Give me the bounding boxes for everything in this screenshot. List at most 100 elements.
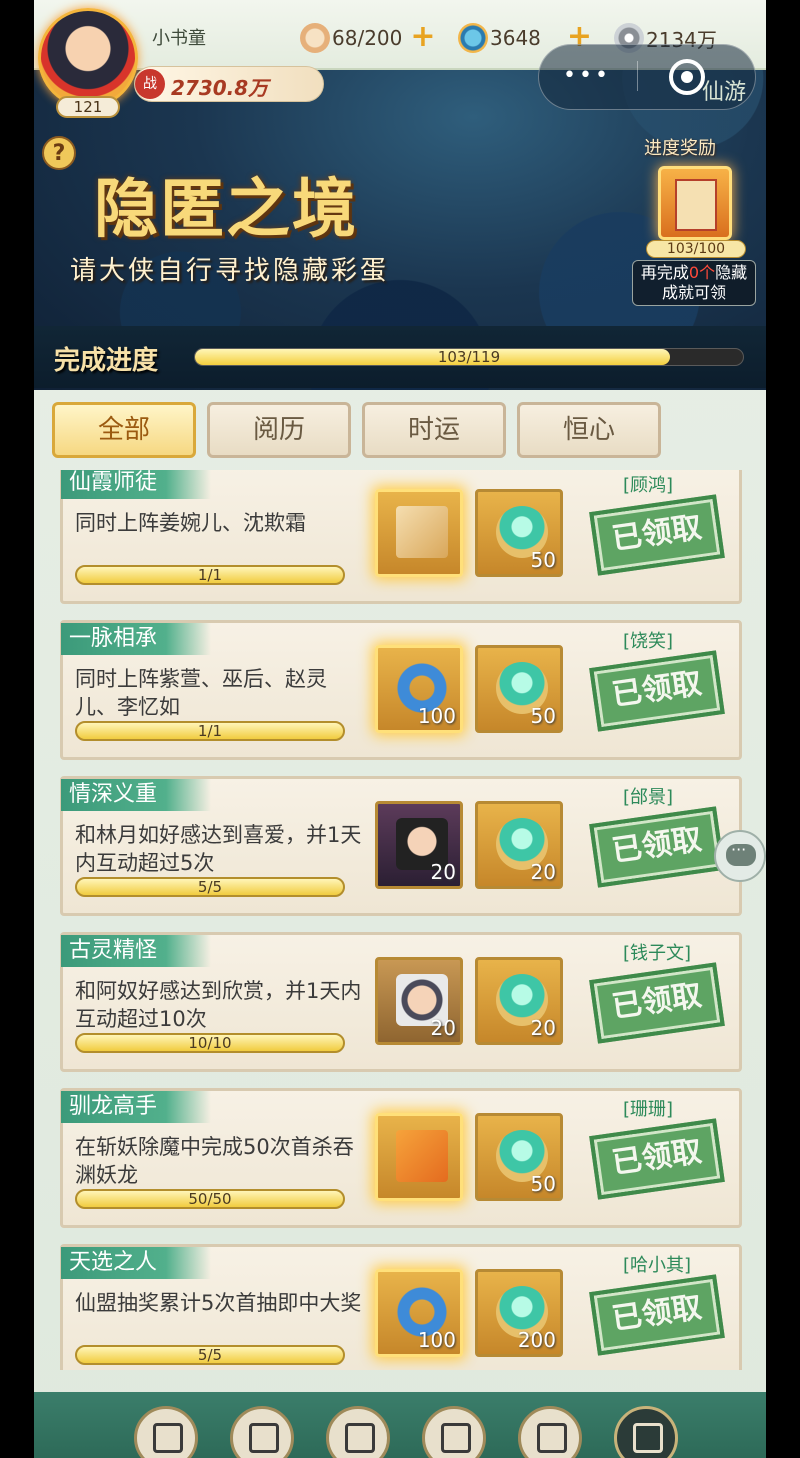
progress-reward-label: 进度奖励	[644, 138, 716, 159]
resource-bun: 68/200 +	[300, 22, 436, 54]
reward-count: 20	[530, 1016, 556, 1040]
help-icon[interactable]: ?	[42, 136, 76, 170]
power-value: 2730.8万	[171, 76, 269, 100]
claimed-stamp[interactable]: 已领取	[589, 1118, 725, 1200]
achievement-description: 和阿奴好感达到欣赏，并1天内互动超过10次	[75, 979, 362, 1031]
achievement-card: 一脉相承 同时上阵紫萱、巫后、赵灵儿、李忆如 1/1 100 50 [饶笑] 已领取	[60, 620, 742, 760]
achievement-card: 仙霞师徒同时上阵姜婉儿、沈欺霜 1/1 50 [顾鸿] 已领取	[60, 470, 742, 604]
reward-count: 200	[517, 1328, 556, 1352]
achievement-book-nav-button[interactable]	[614, 1406, 678, 1458]
reward-item-2[interactable]: 50	[475, 1113, 563, 1201]
achievement-progress: 1/1	[75, 565, 345, 585]
achievement-title: 一脉相承	[61, 623, 211, 655]
reward-item-1[interactable]	[375, 489, 463, 577]
bottom-nav	[34, 1392, 766, 1458]
achievement-progress: 5/5	[75, 877, 345, 897]
chat-bubble-icon	[726, 840, 756, 866]
npc-name: [珊珊]	[623, 1099, 674, 1120]
claimed-stamp[interactable]: 已领取	[589, 494, 725, 576]
achievement-card: 驯龙高手在斩妖除魔中完成50次首杀吞渊妖龙 50/50 50 [珊珊] 已领取	[60, 1088, 742, 1228]
reward-note: 再完成0个隐藏成就可领	[632, 260, 756, 306]
achievement-description: 同时上阵姜婉儿、沈欺霜	[75, 511, 306, 535]
npc-name: [哈小其]	[623, 1255, 692, 1276]
achievement-progress: 5/5	[75, 1345, 345, 1365]
more-options-icon[interactable]: •••	[563, 63, 611, 88]
tab-1[interactable]: 阅历	[207, 402, 351, 458]
achievement-title: 驯龙高手	[61, 1091, 211, 1123]
claimed-stamp[interactable]: 已领取	[589, 1274, 725, 1356]
reward-item-2[interactable]: 50	[475, 489, 563, 577]
player-level: 121	[56, 96, 120, 118]
tab-0[interactable]: 全部	[52, 402, 196, 458]
bun-count: 68/200	[332, 26, 403, 50]
achievement-description: 仙盟抽奖累计5次首抽即中大奖	[75, 1291, 362, 1315]
completion-progress: 完成进度 103/119	[34, 326, 766, 388]
player-avatar[interactable]	[38, 8, 138, 108]
ticket-icon	[396, 1130, 448, 1182]
scroll-icon	[396, 506, 448, 558]
claimed-stamp[interactable]: 已领取	[589, 650, 725, 732]
reward-item-1[interactable]	[375, 1113, 463, 1201]
achievement-card: 情深义重和林月如好感达到喜爱，并1天内互动超过5次 5/5 20 20 [邰景] 已领取	[60, 776, 742, 916]
tab-3[interactable]: 恒心	[517, 402, 661, 458]
bun-icon	[300, 23, 330, 53]
reward-item-2[interactable]: 200	[475, 1269, 563, 1357]
companions-nav-button[interactable]	[422, 1406, 486, 1458]
achievement-list[interactable]: 仙霞师徒 同时上阵姜婉儿、沈欺霜 1/1 50 [顾鸿] 已领取 一脉相承 同时上阵紫萱、巫后…	[60, 470, 744, 1370]
reward-count: 50	[530, 704, 556, 728]
achievement-title: 天选之人	[61, 1247, 211, 1279]
reward-item-2[interactable]: 50	[475, 645, 563, 733]
close-target-icon[interactable]	[669, 59, 705, 95]
npc-name: [顾鸿]	[623, 475, 674, 496]
reward-item-1[interactable]: 100	[375, 1269, 463, 1357]
achievement-progress: 1/1	[75, 721, 345, 741]
reward-item-2[interactable]: 20	[475, 957, 563, 1045]
scroll-menu-nav-button[interactable]	[326, 1406, 390, 1458]
achievement-description: 和林月如好感达到喜爱，并1天内互动超过5次	[75, 823, 362, 875]
reward-count: 20	[430, 860, 456, 884]
reward-count: 20	[530, 860, 556, 884]
energy-count: 3648	[490, 26, 541, 50]
power-badge-icon: 战	[135, 69, 165, 99]
scroll-menu-icon	[345, 1423, 375, 1453]
reward-item-1[interactable]: 20	[375, 957, 463, 1045]
power-display: 战 2730.8万	[134, 66, 324, 102]
swirl-energy-icon	[458, 23, 488, 53]
reward-chest-icon[interactable]	[658, 166, 732, 240]
reward-count: 50	[530, 548, 556, 572]
page-subtitle: 请大侠自行寻找隐藏彩蛋	[70, 256, 390, 286]
npc-name: [钱子文]	[623, 943, 692, 964]
reward-item-1[interactable]: 20	[375, 801, 463, 889]
tab-2[interactable]: 时运	[362, 402, 506, 458]
completion-track: 103/119	[194, 348, 744, 366]
claimed-stamp[interactable]: 已领取	[589, 806, 725, 888]
npc-name: [饶笑]	[623, 631, 674, 652]
chat-button[interactable]	[714, 830, 766, 882]
achievement-book-icon	[633, 1423, 663, 1453]
app-name: 仙游	[702, 80, 747, 105]
achievement-progress: 10/10	[75, 1033, 345, 1053]
player-name: 小书童	[152, 28, 206, 49]
achievement-title: 古灵精怪	[61, 935, 211, 967]
add-bun-button[interactable]: +	[410, 22, 436, 52]
achievement-description: 在斩妖除魔中完成50次首杀吞渊妖龙	[75, 1135, 354, 1187]
reward-item-1[interactable]: 100	[375, 645, 463, 733]
achievement-progress: 50/50	[75, 1189, 345, 1209]
daily-book-nav-button[interactable]	[134, 1406, 198, 1458]
gift-nav-button[interactable]	[518, 1406, 582, 1458]
achievement-title: 情深义重	[61, 779, 211, 811]
weekly-book-nav-button[interactable]	[230, 1406, 294, 1458]
companions-icon	[441, 1423, 471, 1453]
reward-count: 100	[417, 704, 456, 728]
category-tabs: 全部 阅历 时运 恒心	[52, 402, 752, 458]
page-title: 隐匿之境	[94, 172, 358, 247]
progress-reward[interactable]: 进度奖励 103/100 再完成0个隐藏成就可领	[632, 132, 762, 312]
reward-item-2[interactable]: 20	[475, 801, 563, 889]
achievement-title: 仙霞师徒	[61, 470, 211, 499]
npc-name: [邰景]	[623, 787, 674, 808]
claimed-stamp[interactable]: 已领取	[589, 962, 725, 1044]
game-screen: 121 小书童 战 2730.8万 68/200 + 3648 + 2134万 …	[34, 0, 766, 1458]
completion-label: 完成进度	[54, 346, 159, 376]
achievement-card: 古灵精怪和阿奴好感达到欣赏，并1天内互动超过10次 10/10 20 20 [钱子文] 已…	[60, 932, 742, 1072]
achievement-card: 天选之人仙盟抽奖累计5次首抽即中大奖 5/5 100 200 [哈小其] 已领取	[60, 1244, 742, 1370]
